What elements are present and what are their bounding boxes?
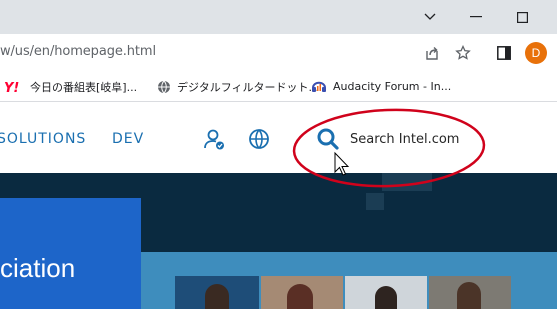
bookmark-label: Audacity Forum - In... (333, 79, 452, 93)
side-panel-icon (497, 46, 511, 60)
yahoo-icon: Y! (4, 81, 19, 94)
tab-list-button[interactable] (407, 0, 453, 34)
nav-solutions-link[interactable]: SOLUTIONS (0, 131, 86, 147)
person-silhouette (457, 282, 481, 309)
video-thumbnail[interactable] (261, 276, 343, 309)
video-thumbnail[interactable] (175, 276, 259, 309)
hero-headline: ciation (0, 253, 76, 283)
user-account-icon[interactable] (202, 127, 226, 151)
maximize-icon (516, 11, 528, 23)
hero-decoration (382, 173, 432, 191)
person-silhouette (287, 284, 313, 309)
minimize-icon (470, 16, 482, 18)
search-icon[interactable] (316, 127, 340, 151)
person-silhouette (375, 286, 397, 309)
star-icon (455, 45, 471, 60)
minimize-button[interactable] (453, 0, 499, 34)
bookmarks-bar: Y! 今日の番組表[岐阜]... デジタルフィルタードット... Audacit… (0, 72, 557, 102)
bookmark-label: 今日の番組表[岐阜]... (30, 81, 138, 94)
maximize-button[interactable] (499, 0, 545, 34)
site-search[interactable]: Search Intel.com (316, 127, 459, 151)
person-silhouette (205, 284, 229, 309)
chevron-down-icon (424, 13, 436, 20)
audacity-icon (312, 81, 326, 92)
title-bar (0, 0, 557, 34)
address-bar-row: w/us/en/homepage.html D (0, 34, 557, 72)
globe-icon (158, 80, 170, 94)
site-nav: SOLUTIONS DEV Search Intel.com (0, 103, 557, 173)
hero-section: ciation (0, 173, 557, 309)
video-thumbnail[interactable] (429, 276, 511, 309)
hero-text-panel: ciation (0, 198, 141, 309)
search-label[interactable]: Search Intel.com (350, 132, 459, 147)
nav-dev-link[interactable]: DEV (112, 131, 144, 147)
url-text[interactable]: w/us/en/homepage.html (0, 44, 156, 59)
share-button[interactable] (422, 43, 442, 63)
video-thumbnail[interactable] (345, 276, 427, 309)
globe-language-icon[interactable] (247, 127, 271, 151)
hero-decoration (366, 193, 384, 210)
bookmark-item-yahoo[interactable]: Y! 今日の番組表[岐阜]... (4, 79, 137, 95)
side-panel-button[interactable] (494, 43, 514, 63)
bookmark-star-button[interactable] (453, 43, 473, 63)
profile-avatar[interactable]: D (525, 42, 547, 64)
bookmark-item-digital-filter[interactable]: デジタルフィルタードット... (157, 79, 319, 95)
share-icon (426, 46, 438, 60)
bookmark-label: デジタルフィルタードット... (177, 81, 320, 94)
bookmark-item-audacity[interactable]: Audacity Forum - In... (311, 79, 451, 93)
svg-text:Y!: Y! (4, 81, 19, 94)
